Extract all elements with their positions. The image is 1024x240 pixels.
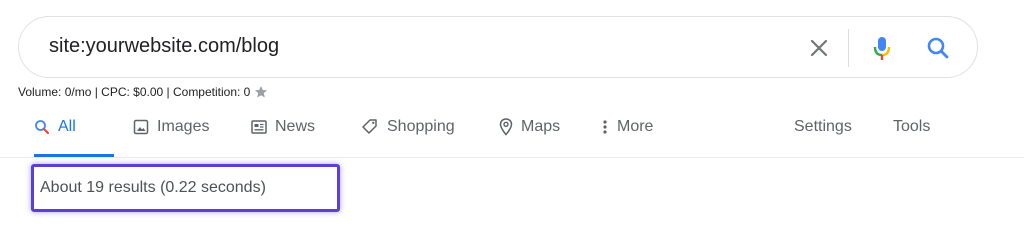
tab-maps[interactable]: Maps xyxy=(499,118,560,136)
tab-news-label: News xyxy=(275,118,316,135)
result-stats: About 19 results (0.22 seconds) xyxy=(40,179,266,196)
microphone-icon[interactable] xyxy=(867,33,897,63)
news-icon xyxy=(251,120,267,134)
tab-all-label: All xyxy=(58,118,76,135)
keyword-metrics-text: Volume: 0/mo | CPC: $0.00 | Competition:… xyxy=(18,85,251,99)
tab-more[interactable]: More xyxy=(601,118,653,136)
search-tabs: All Images News Shopping Maps More Setti… xyxy=(0,108,1024,158)
tools-link[interactable]: Tools xyxy=(893,118,930,136)
tab-all[interactable]: All xyxy=(34,118,76,136)
tools-label: Tools xyxy=(893,118,931,135)
tab-more-label: More xyxy=(617,118,654,135)
search-icon xyxy=(35,120,49,134)
tag-icon xyxy=(362,119,377,134)
clear-icon[interactable] xyxy=(804,33,834,63)
search-icon[interactable] xyxy=(923,33,953,63)
search-input[interactable]: site:yourwebsite.com/blog xyxy=(49,35,279,58)
settings-label: Settings xyxy=(794,118,852,135)
tab-images[interactable]: Images xyxy=(133,118,209,136)
search-box[interactable]: site:yourwebsite.com/blog xyxy=(18,16,978,78)
tab-maps-label: Maps xyxy=(521,118,561,135)
tabs-divider xyxy=(0,157,1024,158)
tab-shopping-label: Shopping xyxy=(387,118,455,135)
map-pin-icon xyxy=(499,118,513,136)
search-divider xyxy=(848,29,849,67)
image-icon xyxy=(133,119,149,135)
settings-link[interactable]: Settings xyxy=(794,118,852,136)
tab-shopping[interactable]: Shopping xyxy=(361,118,455,136)
result-stats-highlight: About 19 results (0.22 seconds) xyxy=(31,164,340,212)
more-vert-icon xyxy=(603,120,607,134)
tab-images-label: Images xyxy=(157,118,210,135)
star-icon[interactable] xyxy=(254,85,268,99)
keyword-metrics: Volume: 0/mo | CPC: $0.00 | Competition:… xyxy=(18,85,268,99)
tab-news[interactable]: News xyxy=(251,118,315,136)
